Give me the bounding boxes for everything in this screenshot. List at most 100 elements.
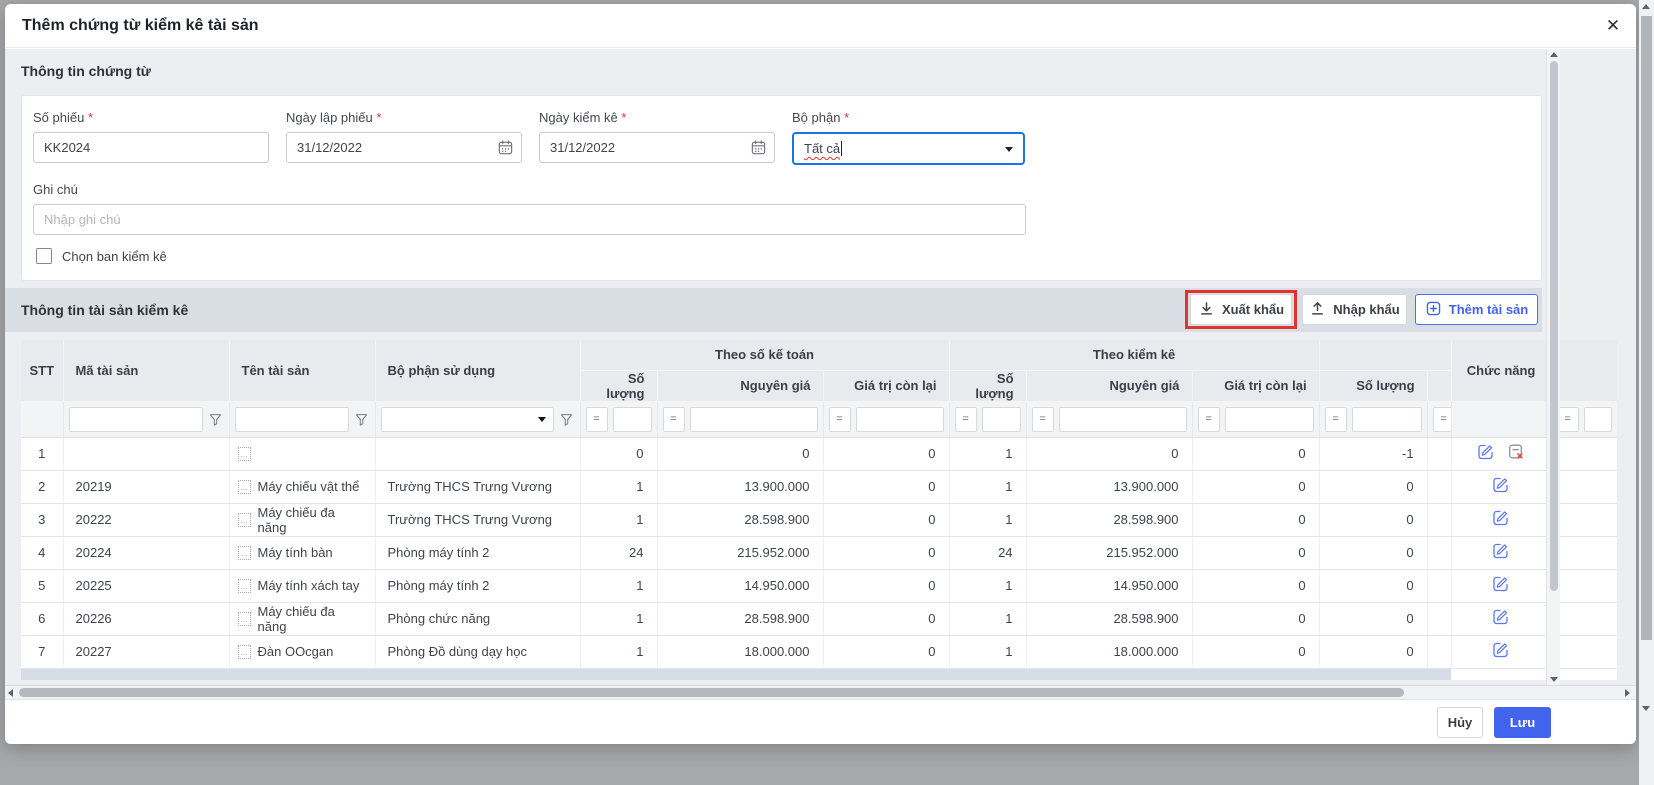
filter-operator-button[interactable]: =	[1325, 407, 1347, 432]
lookup-ellipsis-button[interactable]: …	[238, 480, 251, 494]
scroll-left-arrow[interactable]	[8, 689, 13, 697]
scroll-down-arrow[interactable]	[1550, 677, 1558, 682]
cell-department: Phòng Đồ dùng dạy học	[375, 635, 580, 668]
lookup-ellipsis-button[interactable]: …	[238, 612, 251, 626]
bo-phan-value: Tất cả	[804, 141, 840, 156]
filter-number-input[interactable]	[613, 407, 652, 432]
cell-trailing	[1551, 635, 1617, 668]
filter-number-input[interactable]	[1059, 407, 1187, 432]
ngay-kiem-ke-label: Ngày kiểm kê *	[539, 110, 775, 125]
download-arrow-icon	[1198, 300, 1215, 320]
edit-row-button[interactable]	[1486, 476, 1516, 497]
cell-inventory-quantity: 1	[949, 569, 1026, 602]
filter-asset-code-input[interactable]	[69, 407, 203, 432]
table-row: 420224…Máy tính bànPhòng máy tính 224215…	[21, 536, 1617, 569]
edit-row-button[interactable]	[1471, 443, 1501, 464]
ngay-kiem-ke-input[interactable]	[539, 132, 775, 163]
lookup-ellipsis-button[interactable]: …	[238, 579, 251, 593]
filter-number-input[interactable]	[690, 407, 818, 432]
cell-book-quantity: 24	[580, 536, 657, 569]
cancel-button[interactable]: Hủy	[1437, 707, 1483, 738]
cell-trailing	[1551, 503, 1617, 536]
filter-department-select[interactable]	[381, 407, 554, 432]
scroll-down-arrow[interactable]	[1642, 706, 1650, 711]
lookup-ellipsis-button[interactable]: …	[238, 447, 251, 461]
edit-row-button[interactable]	[1486, 608, 1516, 629]
filter-operator-button[interactable]: =	[586, 407, 608, 432]
lookup-ellipsis-button[interactable]: …	[238, 645, 251, 659]
edit-row-button[interactable]	[1486, 641, 1516, 662]
calendar-icon[interactable]	[750, 139, 767, 161]
edit-row-button[interactable]	[1486, 509, 1516, 530]
bo-phan-label: Bộ phận *	[792, 110, 1025, 125]
filter-operator-button[interactable]: =	[663, 407, 685, 432]
filter-number-input[interactable]	[982, 407, 1021, 432]
cell-asset-name: …Đàn OOcgan	[229, 635, 375, 668]
modal-vertical-scrollbar[interactable]	[1546, 49, 1560, 685]
header-actions: Chức năng	[1451, 340, 1551, 401]
cell-stt: 7	[21, 635, 63, 668]
export-button[interactable]: Xuất khẩu	[1190, 294, 1292, 325]
ban-kiem-ke-checkbox-label: Chọn ban kiểm kê	[62, 249, 167, 264]
table-row: 1…000100-1	[21, 437, 1617, 470]
ban-kiem-ke-checkbox[interactable]	[36, 248, 52, 264]
cell-book-cost: 18.000.000	[657, 635, 823, 668]
cell-inventory-remaining: 0	[1192, 602, 1319, 635]
scroll-right-arrow[interactable]	[1625, 689, 1630, 697]
save-button[interactable]: Lưu	[1494, 707, 1551, 738]
remove-row-button[interactable]	[1501, 443, 1531, 464]
import-button[interactable]: Nhập khẩu	[1302, 294, 1407, 325]
ngay-lap-phieu-input[interactable]	[286, 132, 522, 163]
cell-diff-quantity: 0	[1319, 602, 1427, 635]
lookup-ellipsis-button[interactable]: …	[238, 513, 251, 527]
filter-number-input[interactable]	[856, 407, 944, 432]
cell-actions	[1451, 437, 1551, 470]
calendar-icon[interactable]	[497, 139, 514, 161]
add-asset-button[interactable]: Thêm tài sản	[1415, 294, 1538, 325]
scroll-up-arrow[interactable]	[1642, 4, 1650, 9]
filter-operator-button[interactable]: =	[1433, 407, 1452, 432]
cell-book-quantity: 0	[580, 437, 657, 470]
add-inventory-document-modal: Thêm chứng từ kiểm kê tài sản ✕ Thông ti…	[5, 4, 1636, 744]
filter-asset-name-input[interactable]	[235, 407, 349, 432]
so-phieu-input[interactable]	[33, 132, 269, 163]
cell-actions	[1451, 635, 1551, 668]
horizontal-scrollbar-thumb[interactable]	[19, 688, 1404, 697]
filter-operator-button[interactable]: =	[829, 407, 851, 432]
scroll-up-arrow[interactable]	[1550, 52, 1558, 57]
cell-actions	[1451, 536, 1551, 569]
filter-number-input[interactable]	[1584, 407, 1612, 432]
asset-name-text: Máy tính bàn	[258, 545, 333, 560]
header-trailing	[1551, 340, 1617, 401]
bo-phan-select[interactable]: Tất cả	[792, 132, 1025, 165]
cell-book-quantity: 1	[580, 569, 657, 602]
table-horizontal-scrollbar[interactable]	[5, 685, 1636, 699]
funnel-icon[interactable]	[208, 412, 224, 427]
ban-kiem-ke-checkbox-row[interactable]: Chọn ban kiểm kê	[36, 248, 167, 264]
filter-operator-button[interactable]: =	[955, 407, 977, 432]
cell-stt: 4	[21, 536, 63, 569]
edit-row-button[interactable]	[1486, 542, 1516, 563]
header-department: Bộ phận sử dụng	[375, 340, 580, 401]
filter-operator-button[interactable]: =	[1198, 407, 1220, 432]
cell-stt: 3	[21, 503, 63, 536]
cell-inventory-remaining: 0	[1192, 437, 1319, 470]
window-vertical-scrollbar[interactable]	[1639, 0, 1654, 785]
filter-number-input[interactable]	[1225, 407, 1314, 432]
funnel-icon[interactable]	[559, 412, 575, 427]
filter-operator-button[interactable]: =	[1032, 407, 1054, 432]
cell-inventory-cost: 0	[1026, 437, 1192, 470]
filter-number-input[interactable]	[1352, 407, 1422, 432]
cell-asset-code: 20225	[63, 569, 229, 602]
cell-asset-name: … Máy tính bàn	[229, 536, 375, 569]
window-scrollbar-thumb[interactable]	[1641, 16, 1652, 640]
ghi-chu-input[interactable]	[33, 204, 1026, 235]
cell-sliver	[1427, 536, 1451, 569]
funnel-icon[interactable]	[354, 412, 370, 427]
vertical-scrollbar-thumb[interactable]	[1550, 61, 1558, 591]
edit-row-button[interactable]	[1486, 575, 1516, 596]
table-row: 720227…Đàn OOcganPhòng Đồ dùng dạy học11…	[21, 635, 1617, 668]
cell-stt: 2	[21, 470, 63, 503]
close-button[interactable]: ✕	[1600, 13, 1626, 39]
lookup-ellipsis-button[interactable]: …	[238, 546, 251, 560]
